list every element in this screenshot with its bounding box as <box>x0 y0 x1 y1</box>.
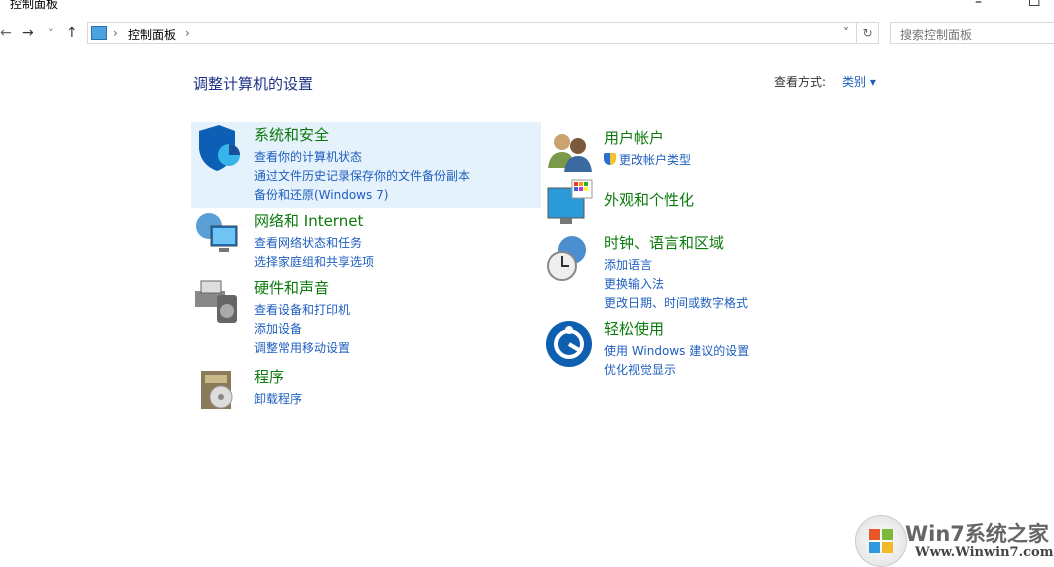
recent-locations-button[interactable]: ˅ <box>48 27 54 40</box>
category-user-accounts: 用户帐户 更改帐户类型 <box>604 127 691 170</box>
link[interactable]: 更改日期、时间或数字格式 <box>604 294 748 313</box>
view-by-label: 查看方式: <box>774 75 827 89</box>
link[interactable]: 通过文件历史记录保存你的文件备份副本 <box>254 167 470 186</box>
category-title[interactable]: 外观和个性化 <box>604 189 694 210</box>
windows-logo-icon <box>855 515 907 567</box>
user-accounts-icon <box>548 134 592 172</box>
ease-of-access-icon <box>546 321 592 367</box>
category-title[interactable]: 程序 <box>254 366 302 387</box>
link[interactable]: 添加设备 <box>254 320 350 339</box>
category-appearance: 外观和个性化 <box>604 189 694 213</box>
programs-icon <box>201 371 233 409</box>
appearance-personalization-icon <box>547 179 593 224</box>
control-panel-icon <box>91 26 107 40</box>
page-title: 调整计算机的设置 <box>193 75 314 93</box>
category-title[interactable]: 轻松使用 <box>604 318 749 339</box>
address-bar[interactable]: › 控制面板 › ˅ <box>87 22 857 44</box>
up-button[interactable]: ↑ <box>66 25 78 41</box>
window-title: 控制面板 <box>10 0 59 11</box>
shield-icon <box>199 125 240 171</box>
printer-speaker-icon <box>195 280 237 323</box>
category-title[interactable]: 用户帐户 <box>604 127 691 148</box>
forward-button[interactable]: → <box>22 25 34 41</box>
address-dropdown-icon[interactable]: ˅ <box>843 26 849 40</box>
link-label: 更改帐户类型 <box>619 153 692 167</box>
link[interactable]: 卸载程序 <box>254 390 302 409</box>
link[interactable]: 调整常用移动设置 <box>254 339 350 358</box>
category-title[interactable]: 硬件和声音 <box>254 277 350 298</box>
category-network-internet: 网络和 Internet 查看网络状态和任务 选择家庭组和共享选项 <box>254 210 374 272</box>
breadcrumb-control-panel[interactable]: 控制面板 <box>128 26 176 43</box>
network-globe-icon <box>196 213 238 252</box>
link[interactable]: 选择家庭组和共享选项 <box>254 253 374 272</box>
breadcrumb-chevron[interactable]: › <box>185 26 190 40</box>
category-ease-of-access: 轻松使用 使用 Windows 建议的设置 优化视觉显示 <box>604 318 749 380</box>
link[interactable]: 查看设备和打印机 <box>254 301 350 320</box>
category-title[interactable]: 网络和 Internet <box>254 210 374 231</box>
link[interactable]: 查看网络状态和任务 <box>254 234 374 253</box>
link[interactable]: 备份和还原(Windows 7) <box>254 186 470 205</box>
link[interactable]: 查看你的计算机状态 <box>254 148 470 167</box>
refresh-button[interactable]: ↻ <box>857 22 879 44</box>
link[interactable]: 添加语言 <box>604 256 748 275</box>
uac-shield-icon <box>604 153 616 165</box>
watermark-url: Www.Winwin7.com <box>915 545 1054 560</box>
minimize-button[interactable]: – <box>975 0 982 10</box>
category-system-security: 系统和安全 查看你的计算机状态 通过文件历史记录保存你的文件备份副本 备份和还原… <box>254 124 470 205</box>
breadcrumb-separator: › <box>113 26 118 40</box>
watermark-brand: Win7系统之家 <box>905 522 1049 546</box>
link[interactable]: 使用 Windows 建议的设置 <box>604 342 749 361</box>
category-title[interactable]: 时钟、语言和区域 <box>604 232 748 253</box>
link[interactable]: 优化视觉显示 <box>604 361 749 380</box>
category-programs: 程序 卸载程序 <box>254 366 302 409</box>
category-hardware-sound: 硬件和声音 查看设备和打印机 添加设备 调整常用移动设置 <box>254 277 350 358</box>
category-clock-region: 时钟、语言和区域 添加语言 更换输入法 更改日期、时间或数字格式 <box>604 232 748 313</box>
maximize-button[interactable]: ☐ <box>1028 0 1041 10</box>
back-button[interactable]: ← <box>0 25 12 41</box>
link[interactable]: 更改帐户类型 <box>604 151 691 170</box>
clock-globe-icon <box>547 236 586 281</box>
search-input[interactable]: 搜索控制面板 <box>890 22 1054 44</box>
link[interactable]: 更换输入法 <box>604 275 748 294</box>
view-by-dropdown[interactable]: 类别 ▾ <box>842 73 876 90</box>
category-title[interactable]: 系统和安全 <box>254 124 470 145</box>
